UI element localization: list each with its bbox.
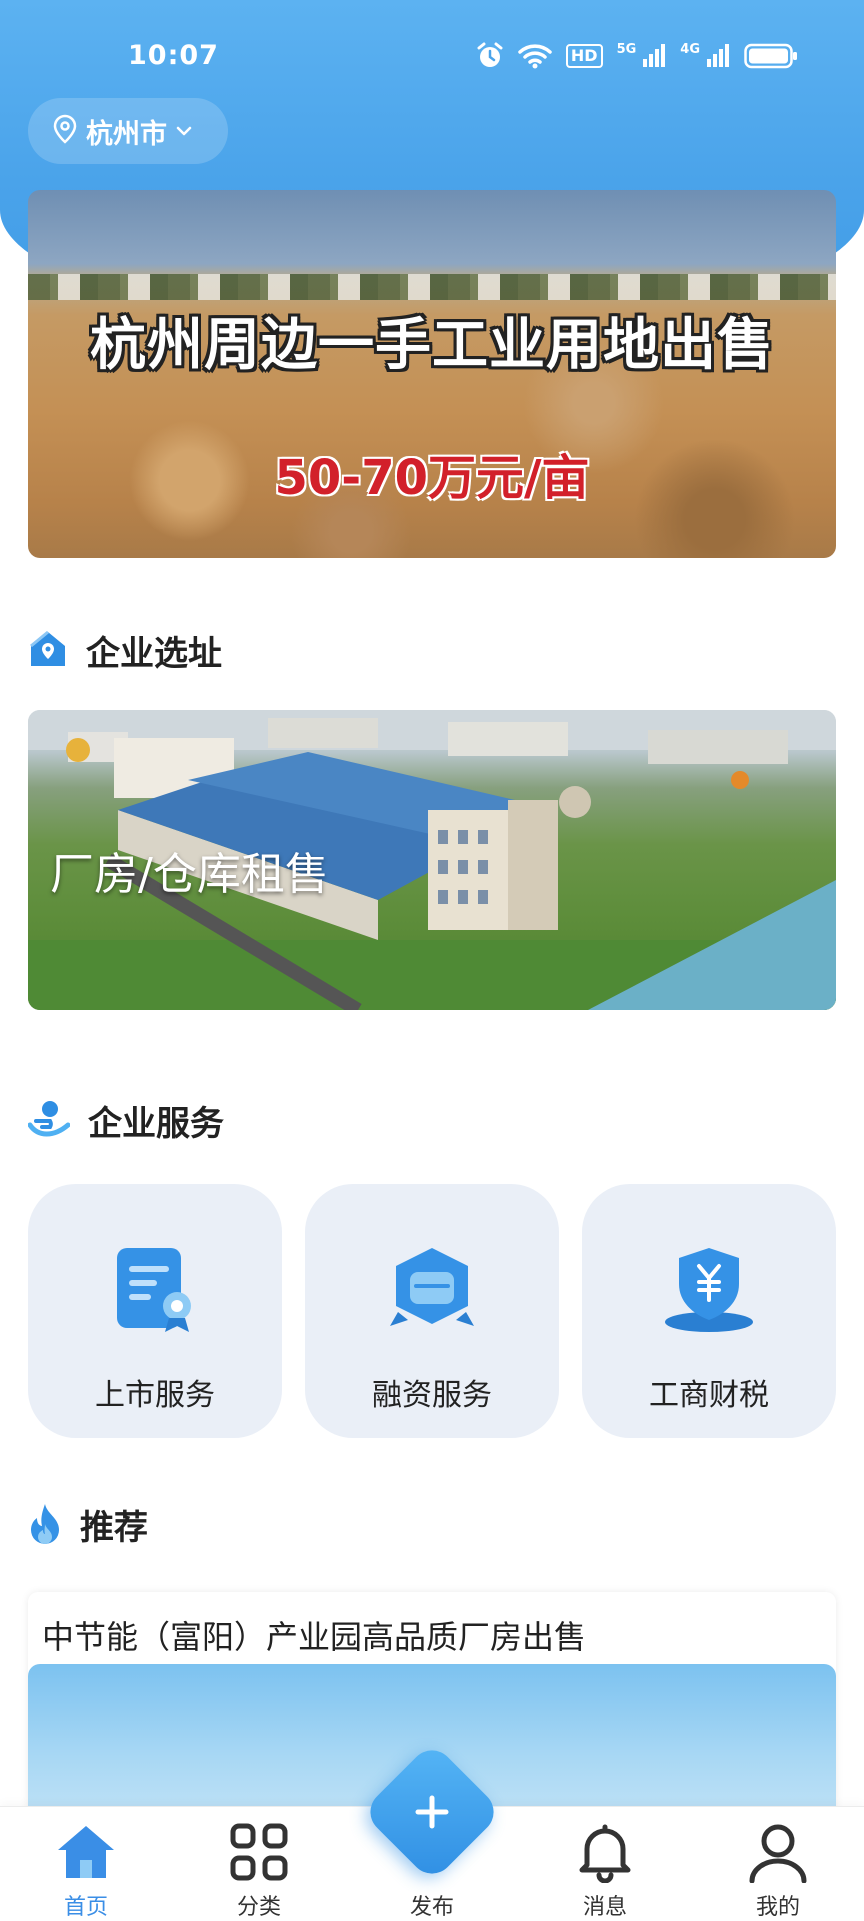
status-icons: HD 5G 4G [476, 42, 798, 70]
section-recommend: 推荐 [28, 1500, 148, 1549]
tab-label: 分类 [236, 1895, 281, 1920]
battery-icon [744, 43, 798, 69]
service-card-tax[interactable]: 工商财税 [582, 1184, 836, 1438]
banner-title: 杭州周边一手工业用地出售 [90, 313, 774, 378]
certificate-icon [105, 1240, 205, 1340]
plus-icon [382, 1762, 482, 1862]
location-pin-icon [52, 114, 78, 148]
tab-label: 发布 [409, 1895, 454, 1920]
yuan-shield-icon [659, 1240, 759, 1340]
network-4g-label: 4G [680, 41, 700, 57]
home-icon [53, 1819, 119, 1885]
city-name: 杭州市 [86, 118, 167, 150]
service-label: 上市服务 [95, 1378, 215, 1413]
hand-person-icon [27, 1099, 71, 1143]
service-label: 融资服务 [372, 1378, 492, 1413]
signal-icon [642, 44, 666, 68]
store-icon [382, 1240, 482, 1340]
section-title: 企业服务 [88, 1104, 224, 1144]
flame-icon [28, 1502, 62, 1548]
tab-messages[interactable]: 消息 [545, 1807, 665, 1921]
tab-label: 我的 [755, 1895, 800, 1920]
promo-banner[interactable]: 杭州周边一手工业用地出售 50-70万元/亩 [28, 190, 836, 558]
banner-price: 50-70万元/亩 [274, 450, 590, 506]
bell-icon [572, 1819, 638, 1885]
grid-icon [226, 1819, 292, 1885]
chevron-down-icon [175, 122, 193, 141]
tab-label: 首页 [63, 1895, 108, 1920]
section-enterprise-services: 企业服务 [27, 1096, 224, 1145]
warehouse-card-label: 厂房/仓库租售 [50, 849, 329, 900]
status-bar: 10:07 HD 5G 4G [0, 0, 864, 110]
service-card-listing[interactable]: 上市服务 [28, 1184, 282, 1438]
banner-treeline [28, 274, 836, 300]
tab-category[interactable]: 分类 [199, 1807, 319, 1921]
alarm-icon [476, 42, 504, 70]
signal-icon [706, 44, 730, 68]
tab-profile[interactable]: 我的 [718, 1807, 838, 1921]
warehouse-card[interactable]: 厂房/仓库租售 [28, 710, 836, 1010]
service-card-financing[interactable]: 融资服务 [305, 1184, 559, 1438]
section-site-selection: 企业选址 [28, 626, 222, 675]
user-icon [745, 1819, 811, 1885]
status-time: 10:07 [128, 40, 219, 71]
house-pin-icon [28, 629, 68, 673]
tab-label: 消息 [582, 1895, 627, 1920]
section-title: 推荐 [80, 1508, 148, 1548]
section-title: 企业选址 [86, 634, 222, 674]
recommend-title: 中节能（富阳）产业园高品质厂房出售 [42, 1618, 587, 1656]
service-label: 工商财税 [649, 1378, 769, 1413]
tab-home[interactable]: 首页 [26, 1807, 146, 1921]
network-5g-label: 5G [616, 41, 637, 57]
hd-icon: HD [565, 44, 603, 68]
wifi-icon [518, 43, 552, 69]
city-selector[interactable]: 杭州市 [28, 98, 228, 164]
